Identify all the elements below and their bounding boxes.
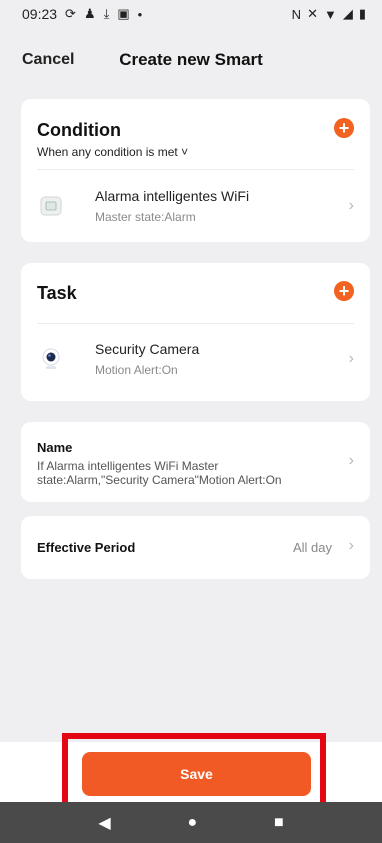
- nav-recents-button[interactable]: ■: [274, 814, 284, 832]
- dot-icon: •: [137, 6, 143, 22]
- condition-device-name: Alarma intelligentes WiFi: [95, 188, 250, 204]
- status-time: 09:23: [22, 6, 58, 22]
- system-nav-bar: ◀ ● ■: [0, 802, 382, 843]
- condition-mode-selector[interactable]: When any condition is met ˅: [37, 145, 354, 159]
- media-icon: ▣: [117, 6, 130, 21]
- chevron-right-icon: ›: [348, 452, 354, 469]
- name-card[interactable]: Name If Alarma intelligentes WiFi Master…: [21, 422, 370, 502]
- nav-back-button[interactable]: ◀: [98, 813, 110, 833]
- condition-device-detail: Master state:Alarm: [95, 210, 196, 224]
- sync-icon: ⟳: [65, 6, 76, 21]
- effective-period-card[interactable]: Effective Period All day ›: [21, 516, 370, 579]
- chevron-right-icon: ›: [348, 197, 354, 214]
- chevron-right-icon: ›: [348, 537, 354, 554]
- name-label: Name: [37, 440, 73, 455]
- task-card: Task + Security Camera Motion Alert:On ›: [21, 263, 370, 401]
- task-item[interactable]: Security Camera Motion Alert:On ›: [21, 324, 370, 394]
- task-device-name: Security Camera: [95, 341, 200, 357]
- condition-item[interactable]: Alarma intelligentes WiFi Master state:A…: [21, 170, 370, 242]
- mute-icon: ✕: [307, 6, 318, 21]
- nfc-icon: N: [291, 6, 302, 22]
- add-task-button[interactable]: +: [334, 281, 354, 301]
- effective-period-value: All day: [292, 540, 332, 555]
- person-icon: ♟: [83, 6, 96, 21]
- cancel-button[interactable]: Cancel: [22, 51, 74, 69]
- status-bar: 09:23 ⟳ ♟ ⤓ ▣ • N ✕ ▼ ◢ ▮: [0, 0, 382, 28]
- status-left-icons: ⟳ ♟ ⤓ ▣ •: [65, 6, 142, 22]
- nav-home-button[interactable]: ●: [187, 814, 197, 832]
- name-value-line2: state:Alarm,"Security Camera"Motion Aler…: [37, 473, 282, 487]
- add-condition-button[interactable]: +: [334, 118, 354, 138]
- task-device-detail: Motion Alert:On: [95, 363, 178, 377]
- name-value-line1: If Alarma intelligentes WiFi Master: [37, 459, 219, 473]
- download-done-icon: ⤓: [103, 6, 110, 21]
- condition-header: Condition When any condition is met ˅ +: [21, 99, 370, 159]
- alarm-panel-icon: [37, 192, 65, 220]
- camera-icon: [37, 345, 65, 373]
- battery-icon: ▮: [358, 6, 366, 21]
- effective-period-label: Effective Period: [37, 540, 136, 555]
- status-right-icons: N ✕ ▼ ◢ ▮: [292, 6, 366, 22]
- chevron-right-icon: ›: [348, 350, 354, 367]
- condition-card: Condition When any condition is met ˅ + …: [21, 99, 370, 242]
- task-title: Task: [37, 283, 77, 303]
- wifi-icon: ▼: [323, 6, 337, 22]
- task-header: Task +: [21, 263, 370, 323]
- condition-title: Condition: [37, 120, 121, 140]
- top-bar: Cancel Create new Smart: [0, 40, 382, 80]
- signal-icon: ◢: [342, 6, 353, 21]
- name-content: Name If Alarma intelligentes WiFi Master…: [37, 440, 330, 487]
